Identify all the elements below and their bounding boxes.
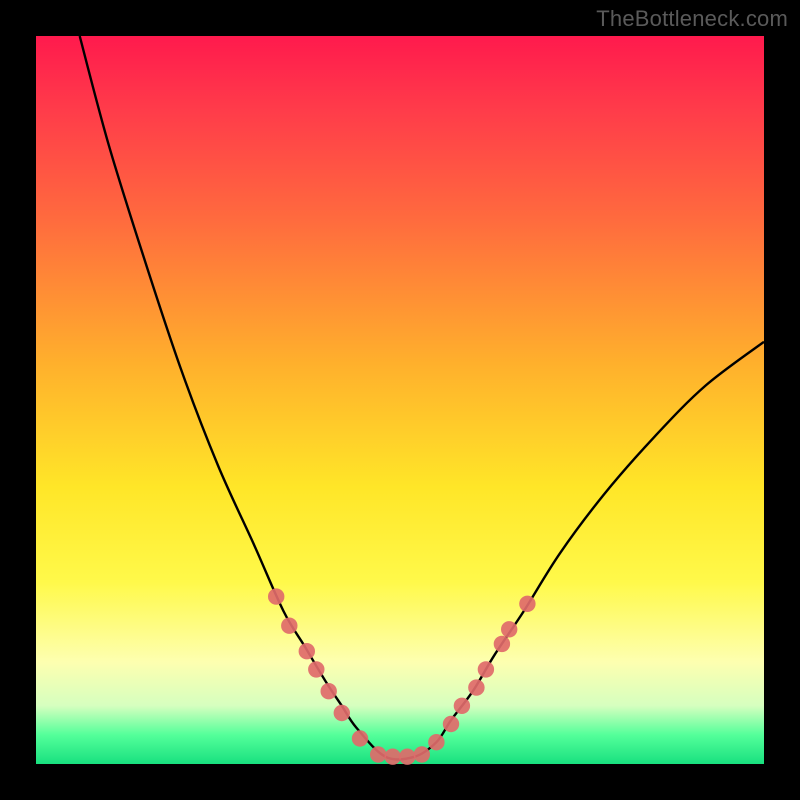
highlight-dots <box>268 588 536 765</box>
dot <box>428 734 444 750</box>
bottleneck-curve <box>80 36 764 760</box>
dot <box>501 621 517 637</box>
dot <box>468 679 484 695</box>
dot <box>414 746 430 762</box>
dot <box>321 683 337 699</box>
plot-area <box>36 36 764 764</box>
curve-group <box>80 36 764 760</box>
dot <box>494 636 510 652</box>
dot <box>268 588 284 604</box>
dot <box>281 618 297 634</box>
chart-svg <box>36 36 764 764</box>
dot <box>352 730 368 746</box>
dot <box>443 716 459 732</box>
watermark-text: TheBottleneck.com <box>596 6 788 32</box>
dot <box>299 643 315 659</box>
dot <box>478 661 494 677</box>
dot <box>454 698 470 714</box>
dot <box>385 749 401 765</box>
dot <box>308 661 324 677</box>
dot <box>334 705 350 721</box>
dot <box>519 596 535 612</box>
dot <box>370 746 386 762</box>
dot <box>399 749 415 765</box>
chart-frame: TheBottleneck.com <box>0 0 800 800</box>
